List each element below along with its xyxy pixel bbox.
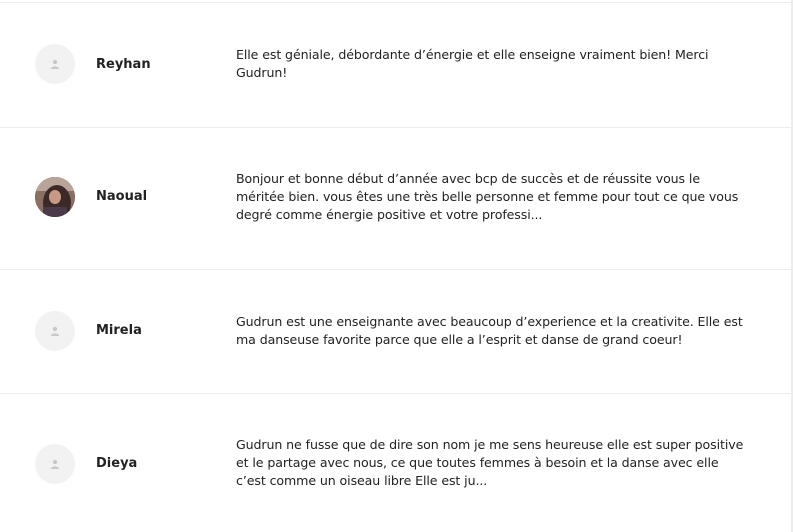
review-row-reyhan: Reyhan Elle est géniale, débordante d’én… [0,2,791,127]
reviewer-name: Mirela [96,323,142,338]
review-text: Bonjour et bonne début d’année avec bcp … [236,171,739,222]
review-text: Elle est géniale, débordante d’énergie e… [236,47,709,80]
review-list: Reyhan Elle est géniale, débordante d’én… [0,0,791,532]
review-row-naoual: Naoual Bonjour et bonne début d’année av… [0,127,791,269]
avatar-photo [35,177,75,217]
default-avatar-icon [35,311,75,351]
default-avatar-icon [35,444,75,484]
review-text: Gudrun ne fusse que de dire son nom je m… [236,437,744,488]
review-text: Gudrun est une enseignante avec beaucoup… [236,314,743,347]
reviewer-name: Dieya [96,456,138,471]
reviewer-name: Naoual [96,189,148,204]
default-avatar-icon [35,44,75,84]
reviewer-name: Reyhan [96,57,151,72]
review-row-dieya: Dieya Gudrun ne fusse que de dire son no… [0,393,791,532]
review-row-mirela: Mirela Gudrun est une enseignante avec b… [0,269,791,393]
